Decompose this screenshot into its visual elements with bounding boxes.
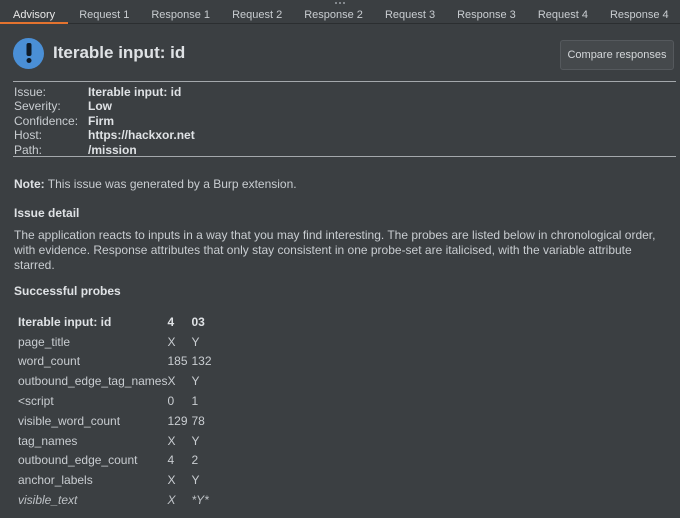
table-cell: *Y*: [191, 493, 209, 508]
table-cell: X: [167, 433, 176, 448]
meta-key: Host:: [14, 128, 43, 143]
info-icon: [13, 37, 44, 69]
table-row: outbound_edge_count 4 2: [16, 451, 231, 471]
table-cell: Y: [191, 473, 200, 488]
table-cell: 78: [191, 413, 205, 428]
table-cell: 132: [191, 354, 212, 369]
table-header-cell: 03: [191, 314, 205, 329]
meta-value: Low: [88, 99, 112, 114]
table-row: tag_names X Y: [16, 431, 231, 451]
table-header-cell: Iterable input: id: [18, 314, 112, 329]
compare-responses-button[interactable]: Compare responses: [560, 40, 674, 70]
issue-meta: Issue: Iterable input: id Severity: Low …: [14, 85, 195, 157]
table-row: <script 0 1: [16, 391, 231, 411]
issue-detail-heading: Issue detail: [14, 206, 80, 220]
meta-value: Iterable input: id: [88, 85, 182, 99]
meta-confidence: Confidence: Firm: [14, 114, 195, 128]
tab-advisory[interactable]: Advisory: [0, 6, 69, 24]
table-cell: X: [167, 374, 176, 389]
meta-key: Issue:: [14, 85, 47, 99]
table-cell: outbound_edge_count: [18, 453, 138, 468]
tab-response-4[interactable]: Response 4: [599, 6, 680, 24]
table-row: anchor_labels X Y: [16, 470, 231, 490]
tab-request-3[interactable]: Request 3: [374, 6, 446, 24]
table-cell: 2: [191, 453, 199, 468]
advisory-header: Iterable input: id: [13, 37, 186, 69]
probes-table: Iterable input: id 4 03 page_title X Y w…: [16, 312, 231, 510]
meta-key: Path:: [14, 142, 43, 157]
grip-dot: [343, 2, 345, 4]
meta-value: /mission: [88, 142, 137, 157]
meta-key: Severity:: [14, 99, 61, 114]
table-cell: word_count: [18, 354, 81, 369]
grip-dot: [335, 2, 337, 4]
grip-dot: [339, 2, 341, 4]
table-cell: 4: [167, 453, 175, 468]
meta-severity: Severity: Low: [14, 99, 195, 113]
tab-response-2[interactable]: Response 2: [293, 6, 374, 24]
table-cell: 0: [167, 394, 175, 409]
extension-note: Note: This issue was generated by a Burp…: [14, 177, 297, 191]
meta-host: Host: https://hackxor.net: [14, 128, 195, 142]
note-text: This issue was generated by a Burp exten…: [44, 177, 297, 191]
table-cell: visible_word_count: [18, 413, 121, 428]
table-cell: X: [167, 334, 176, 349]
page-title: Iterable input: id: [53, 43, 186, 62]
table-cell: visible_text: [18, 493, 78, 508]
table-row: word_count 185 132: [16, 352, 231, 372]
table-cell: tag_names: [18, 433, 78, 448]
table-header-row: Iterable input: id 4 03: [16, 312, 231, 332]
table-cell: Y: [191, 374, 200, 389]
divider: [13, 156, 676, 157]
table-cell: X: [167, 493, 176, 508]
tab-request-4[interactable]: Request 4: [527, 6, 599, 24]
table-cell: <script: [18, 394, 54, 409]
divider: [13, 81, 676, 82]
tab-request-2[interactable]: Request 2: [221, 6, 293, 24]
successful-probes-heading: Successful probes: [14, 284, 121, 298]
table-cell: anchor_labels: [18, 473, 93, 488]
meta-issue: Issue: Iterable input: id: [14, 85, 195, 99]
note-label: Note:: [14, 177, 45, 191]
table-cell: X: [167, 473, 176, 488]
tab-response-3[interactable]: Response 3: [446, 6, 527, 24]
table-row: visible_text X *Y*: [16, 490, 231, 510]
table-cell: 185: [167, 354, 188, 369]
advisory-panel: Iterable input: id Compare responses Iss…: [0, 25, 680, 518]
tab-response-1[interactable]: Response 1: [140, 6, 221, 24]
issue-detail-text: The application reacts to inputs in a wa…: [14, 228, 656, 272]
table-cell: Y: [191, 433, 200, 448]
table-cell: Y: [191, 334, 200, 349]
table-row: page_title X Y: [16, 332, 231, 352]
table-cell: 129: [167, 413, 188, 428]
meta-value: Firm: [88, 113, 115, 128]
table-cell: page_title: [18, 334, 71, 349]
tab-request-1[interactable]: Request 1: [68, 6, 140, 24]
meta-key: Confidence:: [14, 113, 79, 128]
table-row: outbound_edge_tag_names X Y: [16, 371, 231, 391]
meta-path: Path: /mission: [14, 143, 195, 157]
table-cell: outbound_edge_tag_names: [18, 374, 168, 389]
table-cell: 1: [191, 394, 199, 409]
meta-value: https://hackxor.net: [88, 128, 195, 143]
table-row: visible_word_count 129 78: [16, 411, 231, 431]
tab-bar: Advisory Request 1 Response 1 Request 2 …: [0, 6, 680, 24]
table-header-cell: 4: [167, 314, 175, 329]
